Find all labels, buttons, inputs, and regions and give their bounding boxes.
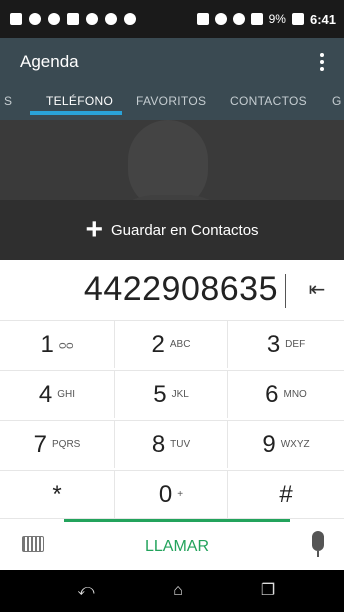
key-hash[interactable]: # (228, 470, 344, 518)
key-digit: 9 (262, 430, 276, 458)
app-bar: Agenda (0, 38, 344, 86)
key-digit: 4 (38, 380, 53, 408)
sync-icon (86, 13, 98, 25)
microphone-stand (317, 551, 319, 557)
system-nav-bar: ⤺ ⌂ ❐ (0, 570, 344, 612)
key-letters: DEF (285, 339, 306, 350)
key-digit: # (279, 480, 293, 508)
battery-percent: 9% (268, 12, 286, 26)
call-button[interactable]: LLAMAR (64, 519, 290, 571)
key-letters: WXYZ (280, 439, 310, 450)
key-4[interactable]: 4 GHI (0, 370, 114, 418)
key-letters: JKL (171, 389, 189, 400)
tab-partial-left[interactable]: S (4, 86, 12, 120)
key-2[interactable]: 2 ABC (114, 320, 228, 368)
key-digit: 0 (158, 480, 173, 508)
clock: 6:41 (309, 11, 336, 27)
key-8[interactable]: 8 TUV (114, 420, 228, 468)
number-display[interactable]: 4422908635 ⇤ (0, 260, 344, 320)
message-icon (67, 13, 79, 25)
key-star[interactable]: * (0, 470, 114, 518)
dialpad: 1 ᴑᴑ 2 ABC 3 DEF 4 GHI 5 JKL 6 MNO 7 PQR… (0, 320, 344, 518)
key-7[interactable]: 7 PQRS (0, 420, 114, 468)
text-cursor (285, 274, 286, 308)
app-title: Agenda (20, 52, 79, 71)
tab-favoritos[interactable]: FAVORITOS (136, 86, 206, 120)
key-digit: 6 (265, 380, 279, 408)
battery-icon (291, 13, 304, 25)
key-digit: 7 (33, 430, 47, 458)
status-bar: 9% 6:41 (0, 0, 344, 38)
messenger-icon (124, 13, 136, 25)
save-to-contacts-label: Guardar en Contactos (110, 221, 259, 239)
key-letters: MNO (283, 389, 307, 400)
dialed-number[interactable]: 4422908635 (84, 270, 278, 309)
key-letters: ABC (169, 339, 191, 350)
active-tab-indicator (30, 111, 122, 115)
key-digit: 1 (40, 330, 54, 358)
key-letters: + (177, 489, 184, 500)
check-icon (29, 13, 41, 25)
keyboard-icon[interactable] (22, 536, 44, 552)
tab-contactos[interactable]: CONTACTOS (230, 86, 307, 120)
back-icon[interactable]: ⤺ (74, 580, 98, 602)
key-0[interactable]: 0 + (114, 470, 228, 518)
home-icon[interactable]: ⌂ (166, 580, 190, 602)
key-letters: GHI (57, 389, 76, 400)
microphone-icon[interactable] (312, 531, 324, 551)
recents-icon[interactable]: ❐ (256, 580, 280, 602)
save-to-contacts-button[interactable]: + Guardar en Contactos (0, 200, 344, 260)
key-3[interactable]: 3 DEF (228, 320, 344, 368)
vibrate-icon (196, 13, 209, 25)
wifi-icon (232, 13, 245, 25)
call-bar: LLAMAR (0, 518, 344, 570)
alert-icon (10, 13, 22, 25)
key-1[interactable]: 1 ᴑᴑ (0, 320, 114, 368)
signal-icon (250, 13, 263, 25)
key-digit: 8 (151, 430, 166, 458)
call-label: LLAMAR (144, 537, 210, 555)
messenger-icon (105, 13, 117, 25)
notification-icons (10, 13, 136, 25)
more-vert-icon[interactable] (312, 50, 332, 74)
key-digit: 5 (153, 380, 167, 408)
key-digit: 2 (151, 330, 165, 358)
key-9[interactable]: 9 WXYZ (228, 420, 344, 468)
alarm-icon (214, 13, 227, 25)
key-6[interactable]: 6 MNO (228, 370, 344, 418)
plus-icon: + (85, 213, 103, 246)
tab-partial-right[interactable]: G (332, 86, 342, 120)
messenger-icon (48, 13, 60, 25)
voicemail-icon: ᴑᴑ (58, 337, 74, 352)
key-letters: PQRS (52, 439, 81, 450)
key-letters: TUV (170, 439, 191, 450)
system-icons: 9% 6:41 (196, 11, 336, 27)
key-digit: * (52, 480, 62, 508)
key-digit: 3 (266, 330, 281, 358)
key-5[interactable]: 5 JKL (114, 370, 228, 418)
backspace-icon[interactable]: ⇤ (305, 278, 329, 302)
